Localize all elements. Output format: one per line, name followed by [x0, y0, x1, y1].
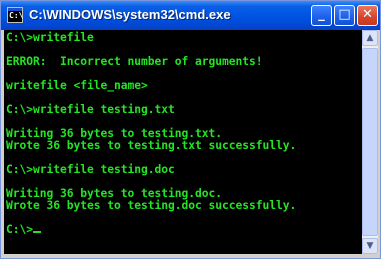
- console-prompt: C:\>: [6, 223, 34, 236]
- console-line: Writing 36 bytes to testing.doc.: [6, 187, 223, 200]
- console-line: Wrote 36 bytes to testing.doc successful…: [6, 199, 297, 212]
- scroll-thumb[interactable]: [362, 48, 378, 236]
- console-line: ERROR: Incorrect number of arguments!: [6, 55, 263, 68]
- console-line: C:\>writefile: [6, 31, 94, 44]
- close-button[interactable]: ✕: [357, 5, 378, 26]
- console-line: writefile <file_name>: [6, 79, 148, 92]
- scroll-down-button[interactable]: ▼: [362, 238, 378, 254]
- cmd-window: C:\ C:\WINDOWS\system32\cmd.exe _ □ ✕ C:…: [0, 0, 381, 259]
- console-line: Writing 36 bytes to testing.txt.: [6, 127, 223, 140]
- minimize-button[interactable]: _: [311, 5, 332, 26]
- console-line: C:\>writefile testing.txt: [6, 103, 175, 116]
- console-line: Wrote 36 bytes to testing.txt successful…: [6, 139, 297, 152]
- console-line: C:\>writefile testing.doc: [6, 163, 175, 176]
- window-title: C:\WINDOWS\system32\cmd.exe: [29, 7, 231, 22]
- cmd-icon[interactable]: C:\: [7, 7, 23, 23]
- title-bar[interactable]: C:\ C:\WINDOWS\system32\cmd.exe _ □ ✕: [1, 1, 380, 30]
- text-cursor: [33, 231, 42, 233]
- maximize-button[interactable]: □: [334, 5, 355, 26]
- vertical-scrollbar[interactable]: ▲ ▼: [362, 30, 378, 254]
- console-output[interactable]: C:\>writefile ERROR: Incorrect number of…: [4, 30, 362, 254]
- scroll-up-button[interactable]: ▲: [362, 30, 378, 46]
- console-prompt-line: C:\>: [6, 223, 42, 236]
